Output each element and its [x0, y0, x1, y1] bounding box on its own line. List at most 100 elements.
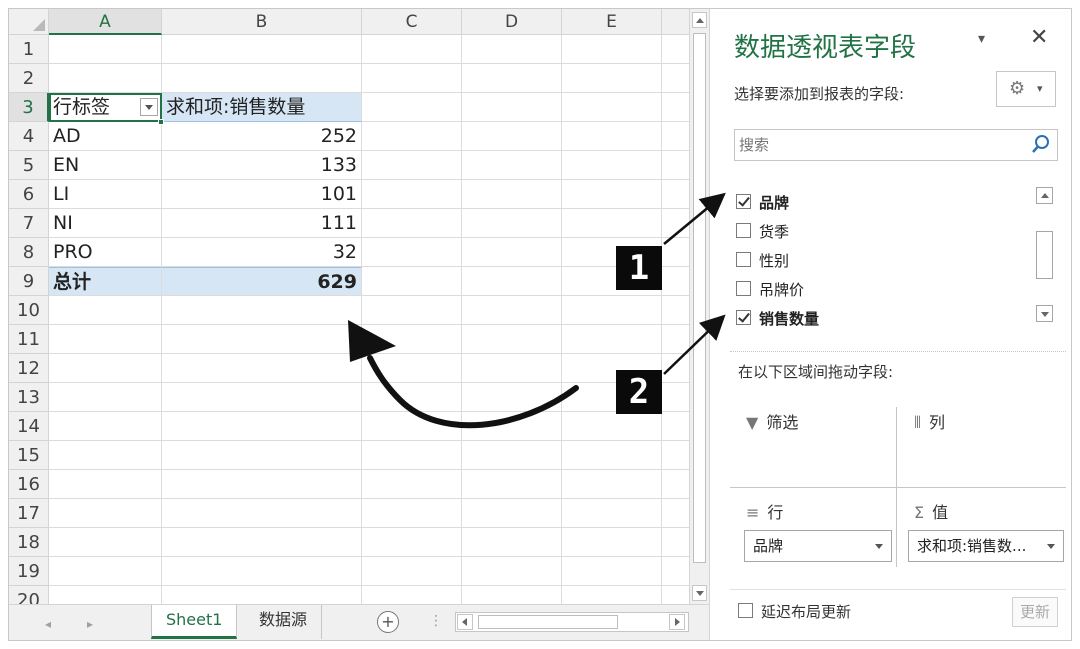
field-checkbox[interactable] — [736, 310, 751, 325]
grid-cell[interactable] — [162, 35, 362, 64]
grid-cell[interactable] — [162, 586, 362, 604]
grid-cell[interactable] — [662, 325, 689, 354]
pivot-value[interactable]: 252 — [162, 122, 362, 151]
defer-layout-update[interactable]: 延迟布局更新 — [738, 601, 851, 622]
field-item-gender[interactable]: 性别 — [736, 247, 789, 275]
row-header[interactable]: 9 — [9, 267, 49, 296]
grid-cell[interactable] — [562, 557, 662, 586]
grid-cell[interactable] — [462, 64, 562, 93]
pane-options-chevron-icon[interactable]: ▾ — [978, 31, 985, 47]
row-header[interactable]: 11 — [9, 325, 49, 354]
grid-cell[interactable] — [662, 93, 689, 122]
grid-cell[interactable] — [462, 499, 562, 528]
grid-cell[interactable] — [662, 151, 689, 180]
scroll-down-button[interactable] — [692, 585, 707, 601]
grid-cell[interactable] — [362, 296, 462, 325]
grid-cell[interactable] — [662, 209, 689, 238]
grid-cell[interactable] — [362, 64, 462, 93]
grid-cell[interactable] — [562, 35, 662, 64]
field-item-brand[interactable]: 品牌 — [736, 189, 789, 217]
scroll-left-button[interactable] — [457, 614, 473, 630]
row-header[interactable]: 16 — [9, 470, 49, 499]
grid-cell[interactable] — [362, 383, 462, 412]
column-header-d[interactable]: D — [462, 9, 562, 35]
grid-cell[interactable] — [662, 354, 689, 383]
grid-cell[interactable] — [462, 122, 562, 151]
grid-cell[interactable] — [362, 412, 462, 441]
row-header[interactable]: 19 — [9, 557, 49, 586]
pivot-row-label[interactable]: PRO — [49, 238, 162, 267]
row-header[interactable]: 4 — [9, 122, 49, 151]
grid-cell[interactable] — [362, 209, 462, 238]
row-header[interactable]: 8 — [9, 238, 49, 267]
grid-cell[interactable] — [462, 586, 562, 604]
grid-cell[interactable] — [462, 470, 562, 499]
field-item-sales-quantity[interactable]: 销售数量 — [736, 305, 819, 333]
grid-cell[interactable] — [662, 296, 689, 325]
field-checkbox[interactable] — [736, 252, 751, 267]
grid-cell[interactable] — [662, 180, 689, 209]
grid-cell[interactable] — [662, 64, 689, 93]
column-header-c[interactable]: C — [362, 9, 462, 35]
field-checkbox[interactable] — [736, 194, 751, 209]
pivot-value[interactable]: 133 — [162, 151, 362, 180]
row-header[interactable]: 20 — [9, 586, 49, 604]
grid-cell[interactable] — [562, 441, 662, 470]
update-button[interactable]: 更新 — [1012, 597, 1058, 627]
grid-cell[interactable] — [162, 441, 362, 470]
grid-cell[interactable] — [662, 383, 689, 412]
pivot-value[interactable]: 32 — [162, 238, 362, 267]
grid-cell[interactable] — [662, 470, 689, 499]
grid-cell[interactable] — [662, 499, 689, 528]
add-sheet-icon[interactable]: + — [377, 611, 399, 633]
grid-cell[interactable] — [562, 64, 662, 93]
grid-cell[interactable] — [562, 470, 662, 499]
grid-cell[interactable] — [562, 528, 662, 557]
grid-cell[interactable] — [562, 499, 662, 528]
row-header[interactable]: 3 — [9, 93, 49, 122]
search-input[interactable] — [735, 130, 1015, 160]
grid-cell[interactable] — [462, 296, 562, 325]
row-header[interactable]: 1 — [9, 35, 49, 64]
grid-cell[interactable] — [462, 151, 562, 180]
grid-cell[interactable] — [662, 412, 689, 441]
grid-cell[interactable] — [362, 325, 462, 354]
row-header[interactable]: 14 — [9, 412, 49, 441]
grid-cell[interactable] — [49, 296, 162, 325]
row-header[interactable]: 15 — [9, 441, 49, 470]
grid-cell[interactable] — [462, 557, 562, 586]
row-header[interactable]: 2 — [9, 64, 49, 93]
grid-cell[interactable] — [562, 325, 662, 354]
grid-cell[interactable] — [162, 354, 362, 383]
sheet-tab-data-source[interactable]: 数据源 — [245, 605, 323, 639]
close-icon[interactable]: ✕ — [1030, 25, 1048, 50]
field-settings-button[interactable]: ⚙ ▾ — [996, 71, 1056, 107]
grid-cell[interactable] — [362, 557, 462, 586]
search-icon[interactable] — [1031, 134, 1051, 156]
vertical-scroll-thumb[interactable] — [693, 33, 706, 563]
grid-cell[interactable] — [462, 180, 562, 209]
field-scroll-thumb[interactable] — [1036, 231, 1053, 279]
grid-cell[interactable] — [562, 122, 662, 151]
field-list-scrollbar[interactable] — [1034, 187, 1054, 327]
sheet-tab-sheet1[interactable]: Sheet1 — [151, 605, 238, 639]
row-header[interactable]: 17 — [9, 499, 49, 528]
grid-cell[interactable] — [162, 325, 362, 354]
row-header[interactable]: 10 — [9, 296, 49, 325]
pivot-row-label-header[interactable]: 行标签 — [49, 93, 162, 122]
field-item-tag-price[interactable]: 吊牌价 — [736, 276, 804, 304]
rows-field-dropdown[interactable]: 品牌 — [744, 530, 892, 562]
grid-cell[interactable] — [49, 499, 162, 528]
grid-cell[interactable] — [162, 528, 362, 557]
field-item-season[interactable]: 货季 — [736, 218, 789, 246]
grid-cell[interactable] — [362, 267, 462, 296]
pivot-row-label[interactable]: LI — [49, 180, 162, 209]
column-header-b[interactable]: B — [162, 9, 362, 35]
grid-cell[interactable] — [462, 238, 562, 267]
grid-cell[interactable] — [362, 586, 462, 604]
grid-cell[interactable] — [362, 122, 462, 151]
pivot-value-header[interactable]: 求和项:销售数量 — [162, 93, 362, 122]
select-all-corner[interactable] — [9, 9, 49, 35]
grid-cell[interactable] — [462, 383, 562, 412]
grid-cell[interactable] — [662, 557, 689, 586]
